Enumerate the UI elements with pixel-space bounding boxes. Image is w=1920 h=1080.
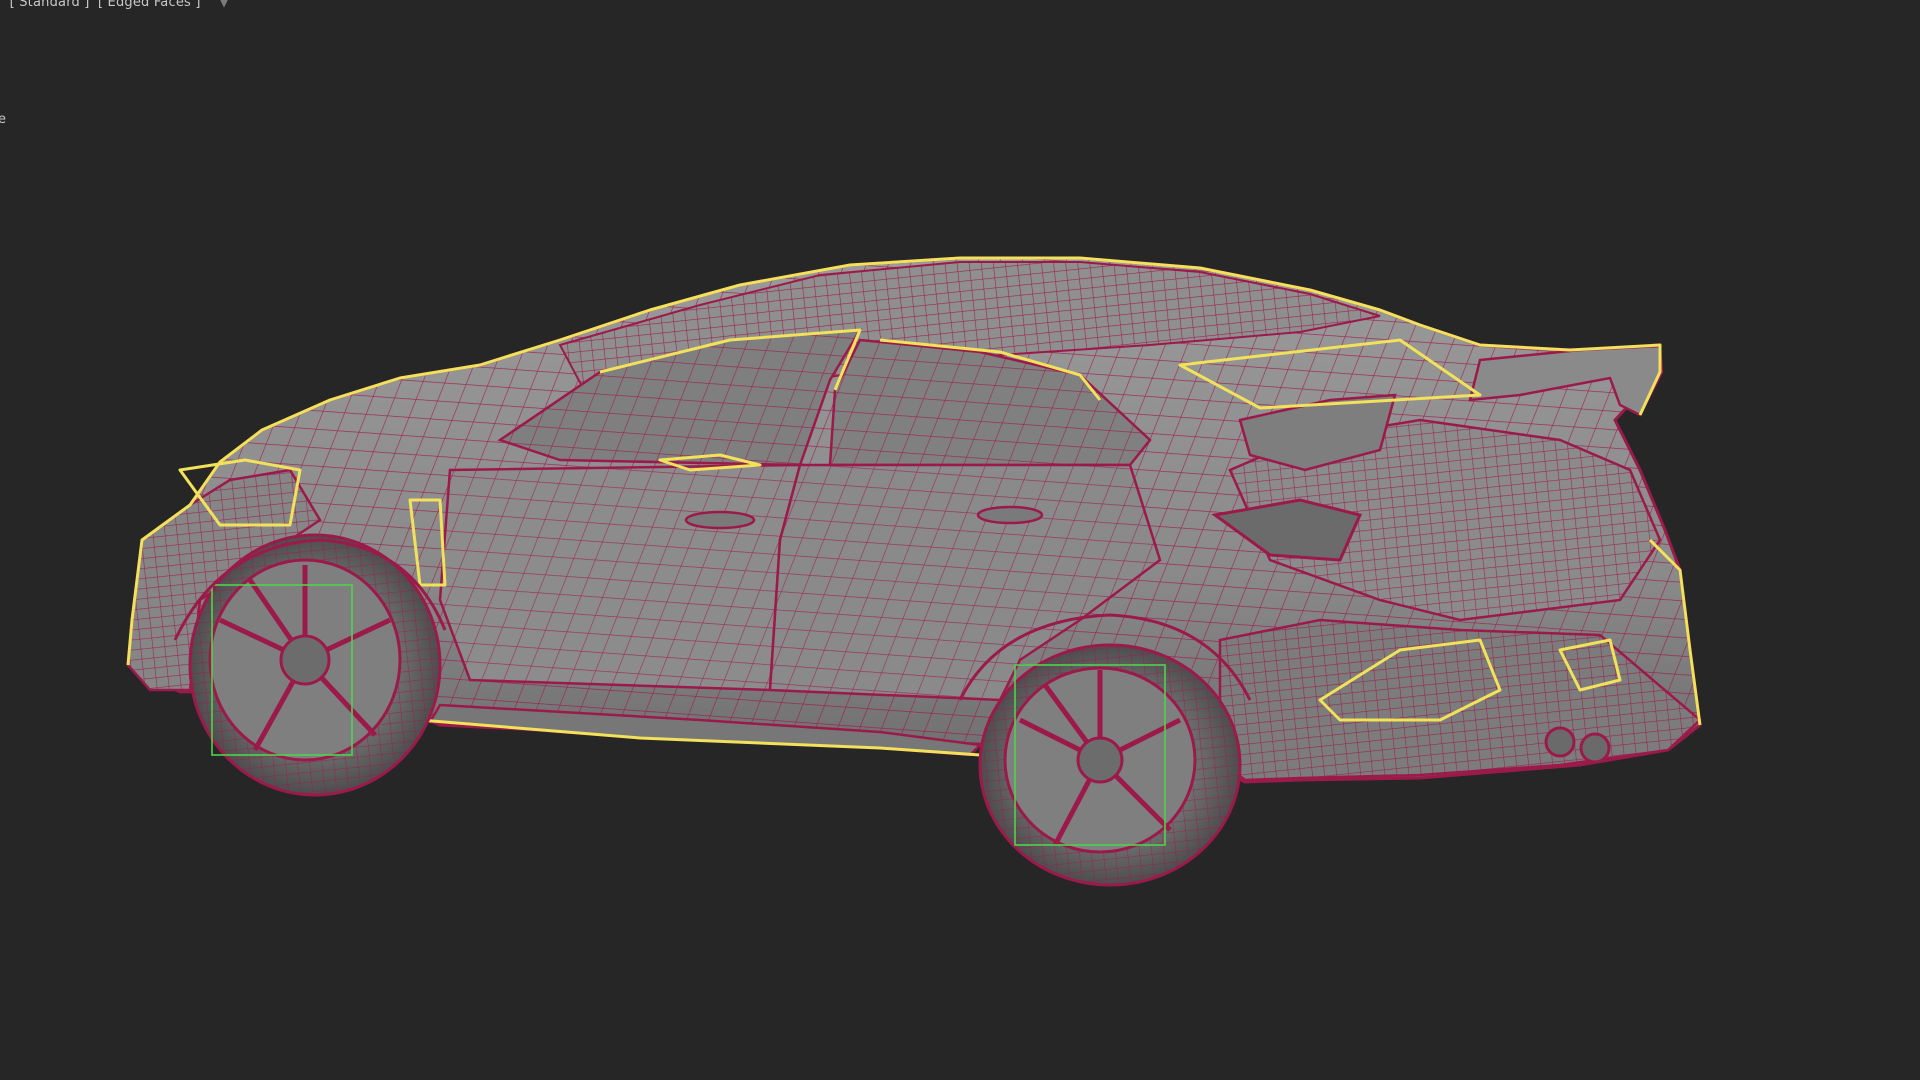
viewport[interactable]: ] [ Standard ] [ Edged Faces ] ▼ e <box>0 0 1920 1080</box>
scene-canvas[interactable] <box>0 0 1920 1080</box>
rear-wheel[interactable] <box>978 643 1242 887</box>
rear-door-handle <box>976 505 1044 525</box>
exhaust-tip-right <box>1579 732 1611 764</box>
exhaust-tip-left <box>1544 726 1576 758</box>
front-door-handle <box>684 510 756 530</box>
front-wheel[interactable] <box>188 533 442 797</box>
car-model[interactable] <box>126 256 1702 887</box>
